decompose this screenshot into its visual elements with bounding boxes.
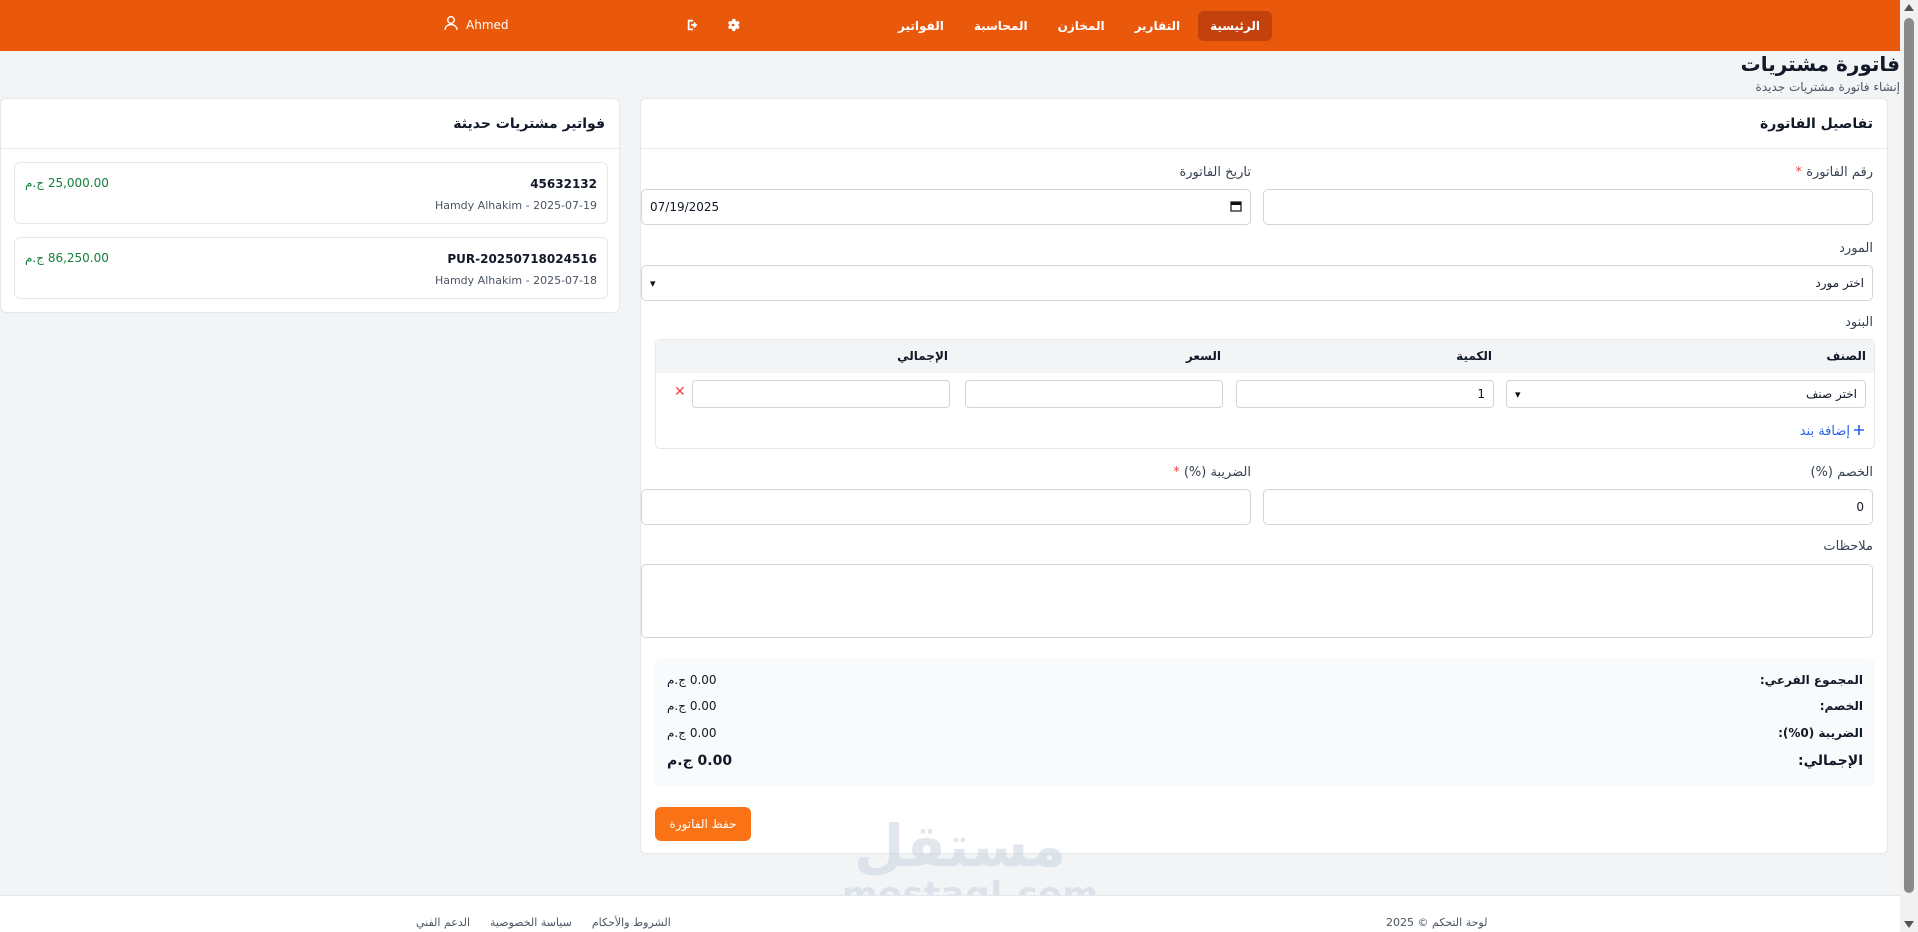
invoice-date-label: تاريخ الفاتورة — [1179, 165, 1251, 180]
user-menu[interactable]: Ahmed — [444, 15, 509, 34]
scrollbar-thumb[interactable] — [1904, 18, 1914, 893]
item-select[interactable]: اختر صنف ▾ — [1506, 380, 1866, 408]
invoice-date-input[interactable]: 07/19/2025 — [641, 189, 1251, 225]
recent-invoice-number: 45632132 — [530, 177, 597, 191]
scroll-up-icon[interactable] — [1904, 4, 1914, 11]
recent-invoice-amount: 25,000.00 ج.م — [25, 176, 109, 190]
chevron-down-icon: ▾ — [1515, 387, 1521, 401]
page-subtitle: إنشاء فاتورة مشتريات جديدة — [1755, 80, 1900, 94]
nav-item-home[interactable]: الرئيسية — [1198, 10, 1272, 41]
footer-link-privacy[interactable]: سياسة الخصوصية — [490, 916, 572, 929]
remove-line-icon[interactable]: ✕ — [674, 384, 686, 400]
items-table: الصنف الكمية السعر الإجمالي اختر صنف ▾ 1… — [655, 339, 1875, 449]
col-qty: الكمية — [1456, 349, 1492, 363]
qty-input[interactable]: 1 — [1236, 380, 1494, 408]
invoice-details-header: تفاصيل الفاتورة — [641, 99, 1887, 149]
sign-out-icon[interactable] — [684, 16, 702, 34]
tax-input[interactable] — [641, 489, 1251, 525]
invoice-summary: المجموع الفرعي: 0.00 ج.م الخصم: 0.00 ج.م… — [655, 659, 1875, 787]
page-title: فاتورة مشتريات — [1740, 52, 1900, 76]
recent-invoice-number: PUR-20250718024516 — [447, 252, 597, 266]
recent-invoice-meta: Hamdy Alhakim - 2025-07-19 — [434, 199, 597, 212]
calendar-icon[interactable] — [1230, 200, 1242, 215]
footer-link-support[interactable]: الدعم الفني — [416, 916, 470, 929]
chevron-down-icon: ▾ — [650, 276, 656, 290]
items-label: البنود — [1845, 315, 1873, 330]
main-nav: الرئيسية التقارير المخازن المحاسبة الفوا… — [886, 0, 1272, 51]
line-total-input[interactable] — [692, 380, 950, 408]
user-name: Ahmed — [466, 17, 509, 32]
tax-label: الضريبة (%) * — [1173, 465, 1251, 480]
footer-link-terms[interactable]: الشروط والأحكام — [592, 916, 671, 929]
supplier-select[interactable]: اختر مورد ▾ — [641, 265, 1873, 301]
plus-icon — [1854, 424, 1864, 439]
footer-links: الشروط والأحكام سياسة الخصوصية الدعم الف… — [416, 916, 671, 929]
notes-label: ملاحظات — [1823, 539, 1873, 554]
col-item: الصنف — [1826, 349, 1866, 363]
col-total: الإجمالي — [897, 349, 948, 363]
gear-icon[interactable] — [724, 16, 742, 34]
page-scrollbar[interactable] — [1900, 0, 1918, 932]
footer: لوحة التحكم © 2025 الشروط والأحكام سياسة… — [0, 895, 1900, 932]
recent-invoice-amount: 86,250.00 ج.م — [25, 251, 109, 265]
invoice-number-input[interactable] — [1263, 189, 1873, 225]
discount-label: الخصم (%) — [1810, 465, 1873, 480]
add-line-button[interactable]: إضافة بند — [1800, 424, 1864, 439]
recent-invoices-card: فواتير مشتريات حديثة 45632132 Hamdy Alha… — [0, 98, 620, 313]
notes-textarea[interactable] — [641, 564, 1873, 638]
nav-item-warehouses[interactable]: المخازن — [1046, 11, 1117, 41]
user-icon — [444, 15, 458, 34]
scroll-down-icon[interactable] — [1904, 921, 1914, 928]
save-invoice-button[interactable]: حفظ الفاتورة — [655, 807, 751, 841]
summary-discount: الخصم: 0.00 ج.م — [667, 699, 1863, 713]
summary-total: الإجمالي: 0.00 ج.م — [667, 753, 1863, 769]
recent-invoices-header: فواتير مشتريات حديثة — [1, 99, 619, 149]
top-navbar: الرئيسية التقارير المخازن المحاسبة الفوا… — [0, 0, 1900, 51]
supplier-label: المورد — [1839, 241, 1873, 256]
recent-invoice-item[interactable]: 45632132 Hamdy Alhakim - 2025-07-19 25,0… — [14, 162, 608, 224]
nav-item-reports[interactable]: التقارير — [1123, 11, 1193, 41]
col-price: السعر — [1185, 349, 1221, 363]
footer-copyright: لوحة التحكم © 2025 — [1386, 916, 1488, 929]
summary-tax: الضريبة (0%): 0.00 ج.م — [667, 726, 1863, 740]
nav-item-accounting[interactable]: المحاسبة — [962, 11, 1040, 41]
discount-input[interactable]: 0 — [1263, 489, 1873, 525]
invoice-details-card: تفاصيل الفاتورة رقم الفاتورة * تاريخ الف… — [640, 98, 1888, 854]
invoice-number-label: رقم الفاتورة * — [1795, 165, 1873, 180]
recent-invoice-item[interactable]: PUR-20250718024516 Hamdy Alhakim - 2025-… — [14, 237, 608, 299]
summary-subtotal: المجموع الفرعي: 0.00 ج.م — [667, 673, 1863, 687]
recent-invoice-meta: Hamdy Alhakim - 2025-07-18 — [434, 274, 597, 287]
nav-item-invoices[interactable]: الفواتير — [886, 11, 956, 41]
items-table-header: الصنف الكمية السعر الإجمالي — [656, 340, 1874, 373]
price-input[interactable] — [965, 380, 1223, 408]
